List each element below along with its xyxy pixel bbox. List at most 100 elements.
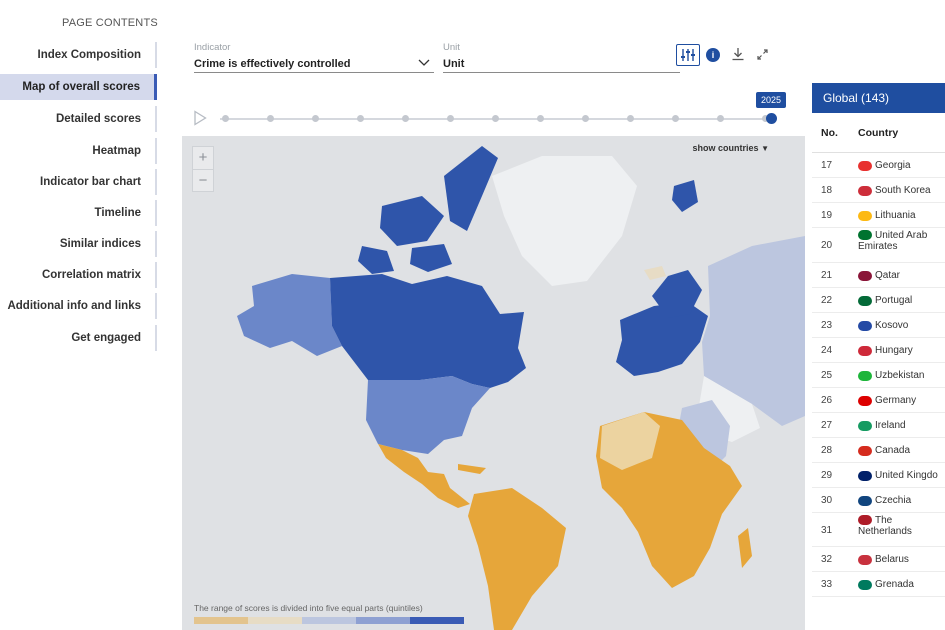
- table-row[interactable]: 29 United Kingdo: [812, 463, 945, 488]
- legend-bar: [194, 617, 464, 624]
- column-header-no[interactable]: No.: [821, 127, 838, 139]
- flag-icon: [858, 345, 872, 356]
- country-cell[interactable]: The Netherlands: [858, 515, 945, 537]
- timeline-tick[interactable]: [672, 115, 679, 122]
- table-row[interactable]: 27 Ireland: [812, 413, 945, 438]
- timeline-tick[interactable]: [402, 115, 409, 122]
- country-name: Czechia: [875, 495, 912, 506]
- sidebar-item-timeline[interactable]: Timeline: [0, 200, 157, 226]
- country-name: Grenada: [875, 579, 914, 590]
- world-map[interactable]: + − show countries ▼ The range of scores…: [182, 136, 805, 630]
- sidebar-item-detailed-scores[interactable]: Detailed scores: [0, 106, 157, 132]
- unit-select[interactable]: Unit: [443, 57, 680, 73]
- sidebar-item-index-composition[interactable]: Index Composition: [0, 42, 157, 68]
- sidebar-item-indicator-bar-chart[interactable]: Indicator bar chart: [0, 169, 157, 195]
- country-name: Uzbekistan: [875, 370, 925, 381]
- sidebar-item-get-engaged[interactable]: Get engaged: [0, 325, 157, 351]
- country-cell[interactable]: Canada: [858, 445, 910, 456]
- info-icon[interactable]: i: [706, 48, 720, 62]
- country-cell[interactable]: Kosovo: [858, 320, 908, 331]
- sidebar-item-similar-indices[interactable]: Similar indices: [0, 231, 157, 257]
- timeline-tick[interactable]: [537, 115, 544, 122]
- country-cell[interactable]: Grenada: [858, 579, 914, 590]
- country-name: Portugal: [875, 295, 913, 306]
- country-cell[interactable]: Ireland: [858, 420, 906, 431]
- timeline-tick[interactable]: [357, 115, 364, 122]
- rank-number: 29: [821, 470, 833, 481]
- flag-icon: [858, 554, 872, 565]
- table-row[interactable]: 18 South Korea: [812, 178, 945, 203]
- flag-icon: [858, 185, 872, 196]
- table-row[interactable]: 32 Belarus: [812, 547, 945, 572]
- play-icon[interactable]: [193, 110, 209, 128]
- country-cell[interactable]: Belarus: [858, 554, 909, 565]
- table-row[interactable]: 24 Hungary: [812, 338, 945, 363]
- table-row[interactable]: 25 Uzbekistan: [812, 363, 945, 388]
- country-cell[interactable]: United Kingdo: [858, 470, 938, 481]
- country-cell[interactable]: Qatar: [858, 270, 900, 281]
- country-name: Canada: [875, 445, 911, 456]
- country-cell[interactable]: South Korea: [858, 185, 931, 196]
- expand-icon[interactable]: [754, 46, 770, 62]
- flag-icon: [858, 295, 872, 306]
- flag-icon: [858, 470, 872, 481]
- country-name: Kosovo: [875, 320, 909, 331]
- sidebar-item-additional-info[interactable]: Additional info and links: [0, 293, 157, 319]
- country-cell[interactable]: Portugal: [858, 295, 912, 306]
- country-cell[interactable]: Germany: [858, 395, 916, 406]
- timeline-tick[interactable]: [312, 115, 319, 122]
- rank-number: 30: [821, 495, 833, 506]
- legend-caption: The range of scores is divided into five…: [194, 603, 423, 613]
- table-row[interactable]: 17 Georgia: [812, 153, 945, 178]
- flag-icon: [858, 160, 872, 171]
- settings-sliders-icon[interactable]: [676, 44, 700, 66]
- table-row[interactable]: 28 Canada: [812, 438, 945, 463]
- table-row[interactable]: 23 Kosovo: [812, 313, 945, 338]
- timeline-tick[interactable]: [627, 115, 634, 122]
- timeline-tick[interactable]: [582, 115, 589, 122]
- timeline-handle[interactable]: [766, 113, 777, 124]
- rank-number: 28: [821, 445, 833, 456]
- show-countries-toggle[interactable]: show countries ▼: [693, 143, 769, 153]
- zoom-out-button[interactable]: −: [193, 169, 213, 191]
- rank-number: 19: [821, 210, 833, 221]
- zoom-controls: + −: [192, 146, 214, 192]
- rank-number: 20: [821, 240, 833, 251]
- world-map-shapes: [237, 146, 805, 630]
- table-row[interactable]: 30 Czechia: [812, 488, 945, 513]
- rank-number: 22: [821, 295, 833, 306]
- timeline-tick[interactable]: [492, 115, 499, 122]
- indicator-select[interactable]: Crime is effectively controlled: [194, 57, 434, 73]
- timeline-tick[interactable]: [717, 115, 724, 122]
- country-cell[interactable]: Czechia: [858, 495, 911, 506]
- timeline-tick[interactable]: [267, 115, 274, 122]
- legend-swatch-1: [194, 617, 248, 624]
- table-row[interactable]: 20 United Arab Emirates: [812, 228, 945, 263]
- legend-swatch-5: [410, 617, 464, 624]
- column-header-country[interactable]: Country: [858, 127, 898, 139]
- timeline-tick[interactable]: [222, 115, 229, 122]
- country-cell[interactable]: Lithuania: [858, 210, 916, 221]
- country-name: Qatar: [875, 270, 901, 281]
- country-cell[interactable]: United Arab Emirates: [858, 230, 945, 252]
- table-row[interactable]: 19 Lithuania: [812, 203, 945, 228]
- table-row[interactable]: 26 Germany: [812, 388, 945, 413]
- country-cell[interactable]: Georgia: [858, 160, 911, 171]
- sidebar-item-map-of-overall-scores[interactable]: Map of overall scores: [0, 74, 157, 100]
- unit-label: Unit: [443, 42, 460, 53]
- sidebar-item-correlation-matrix[interactable]: Correlation matrix: [0, 262, 157, 288]
- rank-number: 26: [821, 395, 833, 406]
- zoom-in-button[interactable]: +: [193, 147, 213, 169]
- table-row[interactable]: 31 The Netherlands: [812, 513, 945, 547]
- table-row[interactable]: 21 Qatar: [812, 263, 945, 288]
- unit-value: Unit: [443, 58, 465, 70]
- country-cell[interactable]: Uzbekistan: [858, 370, 924, 381]
- rank-number: 27: [821, 420, 833, 431]
- flag-icon: [858, 420, 872, 431]
- table-row[interactable]: 33 Grenada: [812, 572, 945, 597]
- download-icon[interactable]: [730, 46, 746, 62]
- country-cell[interactable]: Hungary: [858, 345, 913, 356]
- timeline-tick[interactable]: [447, 115, 454, 122]
- sidebar-item-heatmap[interactable]: Heatmap: [0, 138, 157, 164]
- table-row[interactable]: 22 Portugal: [812, 288, 945, 313]
